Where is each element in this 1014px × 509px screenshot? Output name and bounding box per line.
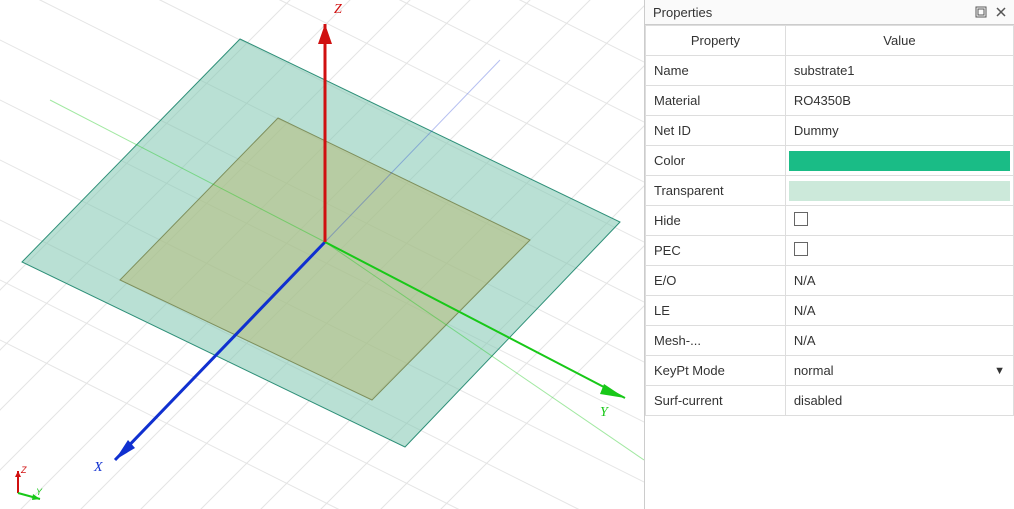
table-header-row: Property Value bbox=[646, 26, 1014, 56]
value-le[interactable]: N/A bbox=[785, 296, 1013, 326]
row-eo[interactable]: E/O N/A bbox=[646, 266, 1014, 296]
chevron-down-icon: ▼ bbox=[994, 365, 1005, 377]
row-netid[interactable]: Net ID Dummy bbox=[646, 116, 1014, 146]
properties-table: Property Value Name substrate1 Material … bbox=[645, 25, 1014, 416]
row-surf[interactable]: Surf-current disabled bbox=[646, 386, 1014, 416]
color-swatch[interactable] bbox=[789, 151, 1010, 171]
value-eo[interactable]: N/A bbox=[785, 266, 1013, 296]
svg-text:Z: Z bbox=[20, 465, 27, 475]
panel-title: Properties bbox=[653, 5, 972, 20]
value-surf[interactable]: disabled bbox=[785, 386, 1013, 416]
col-property: Property bbox=[646, 26, 786, 56]
svg-text:Y: Y bbox=[36, 487, 43, 497]
col-value: Value bbox=[785, 26, 1013, 56]
keypt-dropdown[interactable]: normal ▼ bbox=[794, 363, 1005, 378]
viewport-canvas bbox=[0, 0, 644, 509]
value-name[interactable]: substrate1 bbox=[785, 56, 1013, 86]
properties-panel: Properties Property Value Name bbox=[644, 0, 1014, 509]
row-le[interactable]: LE N/A bbox=[646, 296, 1014, 326]
row-keypt[interactable]: KeyPt Mode normal ▼ bbox=[646, 356, 1014, 386]
panel-dock-icon[interactable] bbox=[972, 4, 990, 20]
row-hide[interactable]: Hide bbox=[646, 206, 1014, 236]
pec-checkbox[interactable] bbox=[794, 242, 808, 256]
close-icon[interactable] bbox=[992, 4, 1010, 20]
value-material[interactable]: RO4350B bbox=[785, 86, 1013, 116]
row-mesh[interactable]: Mesh-... N/A bbox=[646, 326, 1014, 356]
axis-label-z: Z bbox=[334, 2, 342, 18]
value-netid[interactable]: Dummy bbox=[785, 116, 1013, 146]
origin-indicator: Z Y bbox=[10, 465, 46, 501]
row-pec[interactable]: PEC bbox=[646, 236, 1014, 266]
transparent-swatch[interactable] bbox=[789, 181, 1010, 201]
panel-header: Properties bbox=[645, 0, 1014, 25]
row-material[interactable]: Material RO4350B bbox=[646, 86, 1014, 116]
value-mesh[interactable]: N/A bbox=[785, 326, 1013, 356]
axis-label-x: X bbox=[94, 460, 103, 476]
app-root: Z Y X Z Y Properties bbox=[0, 0, 1014, 509]
viewport-3d[interactable]: Z Y X Z Y bbox=[0, 0, 644, 509]
hide-checkbox[interactable] bbox=[794, 212, 808, 226]
axis-label-y: Y bbox=[600, 405, 608, 421]
row-name[interactable]: Name substrate1 bbox=[646, 56, 1014, 86]
row-transparent[interactable]: Transparent bbox=[646, 176, 1014, 206]
row-color[interactable]: Color bbox=[646, 146, 1014, 176]
